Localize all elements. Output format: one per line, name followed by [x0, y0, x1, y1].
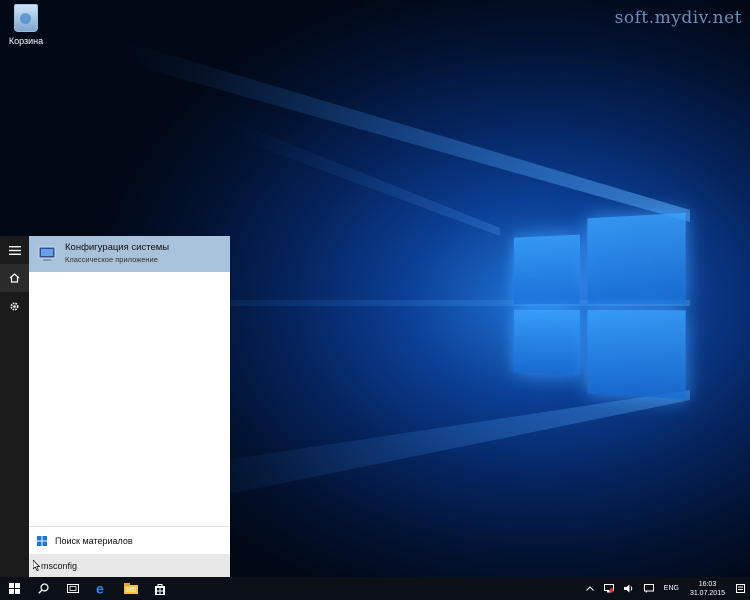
- start-search-panel: Конфигурация системы Классическое прилож…: [29, 236, 230, 577]
- speaker-icon: [623, 584, 633, 593]
- edge-icon: e: [96, 582, 104, 595]
- home-icon: [9, 273, 20, 283]
- chevron-up-icon: [585, 586, 594, 591]
- message-icon: [643, 584, 654, 593]
- system-tray: ENG 16:03 31.07.2015: [581, 577, 750, 600]
- recycle-bin-desktop-icon[interactable]: Корзина: [4, 4, 48, 46]
- task-view-button[interactable]: [58, 577, 87, 600]
- search-icon: [38, 583, 49, 594]
- action-center-button[interactable]: [731, 584, 750, 593]
- result-subtitle: Классическое приложение: [65, 255, 158, 264]
- edge-taskbar-button[interactable]: e: [87, 577, 116, 600]
- clock-time: 16:03: [698, 580, 717, 588]
- clock[interactable]: 16:03 31.07.2015: [684, 580, 731, 598]
- show-hidden-icons-button[interactable]: [581, 586, 599, 591]
- network-warning-icon: [603, 584, 614, 593]
- home-button[interactable]: [0, 264, 29, 292]
- store-taskbar-button[interactable]: [145, 577, 174, 600]
- task-view-icon: [66, 584, 79, 593]
- store-icon: [154, 583, 165, 595]
- windows-small-icon: [37, 535, 47, 546]
- gear-icon: [10, 301, 19, 311]
- clock-date: 31.07.2015: [689, 589, 725, 597]
- file-explorer-icon: [123, 583, 138, 594]
- search-materials-label: Поиск материалов: [55, 535, 133, 546]
- result-title: Конфигурация системы: [65, 242, 170, 253]
- file-explorer-taskbar-button[interactable]: [116, 577, 145, 600]
- start-button[interactable]: [0, 577, 29, 600]
- network-status-button[interactable]: [599, 584, 619, 593]
- windows-logo-wallpaper: [507, 204, 693, 406]
- search-button[interactable]: [29, 577, 58, 600]
- recycle-bin-icon: [14, 4, 38, 32]
- input-language-button[interactable]: ENG: [659, 585, 684, 592]
- hamburger-icon: [8, 245, 21, 255]
- mouse-cursor-icon: [33, 560, 40, 571]
- recycle-bin-label: Корзина: [8, 36, 44, 46]
- notification-button[interactable]: [639, 584, 659, 593]
- search-query-text: msconfig: [41, 560, 78, 571]
- volume-button[interactable]: [619, 584, 639, 593]
- top-result-system-configuration[interactable]: Конфигурация системы Классическое прилож…: [29, 236, 230, 272]
- search-materials-row[interactable]: Поиск материалов: [29, 526, 230, 554]
- svg-text:e: e: [96, 582, 104, 595]
- search-input[interactable]: msconfig: [29, 554, 230, 577]
- windows-start-icon: [9, 583, 20, 594]
- hamburger-menu-button[interactable]: [0, 236, 29, 264]
- start-menu-rail: [0, 236, 29, 577]
- action-center-icon: [736, 584, 745, 593]
- msconfig-app-icon: [37, 246, 57, 262]
- taskbar: e ENG 16:03 31.07.2015: [0, 577, 750, 600]
- watermark: soft.mydiv.net: [614, 8, 742, 28]
- settings-button[interactable]: [0, 292, 29, 320]
